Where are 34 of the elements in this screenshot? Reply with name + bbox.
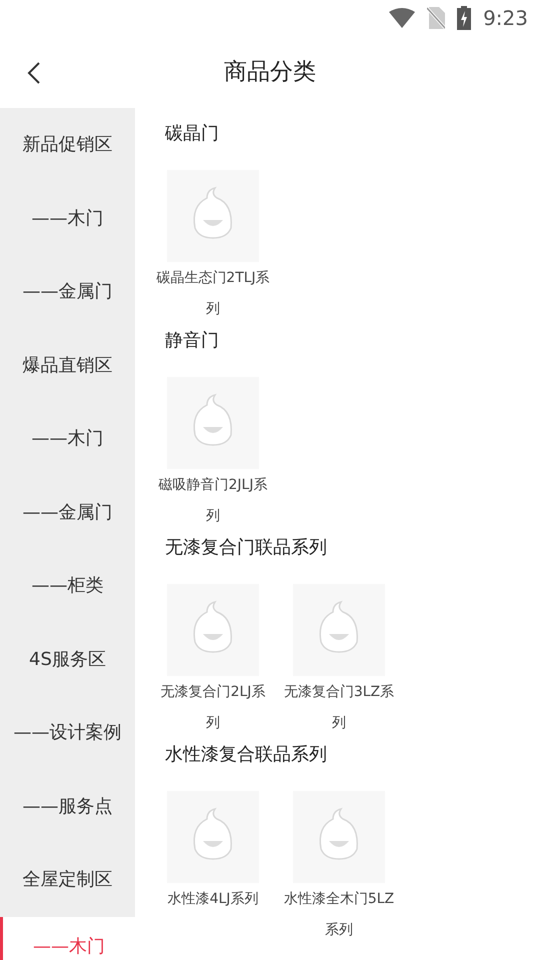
category-item[interactable]: 爆品直销区 <box>0 328 135 402</box>
section-title: 水性漆复合联品系列 <box>164 743 327 767</box>
placeholder-image-icon <box>167 584 259 676</box>
category-item[interactable]: 全屋定制区 <box>0 843 135 916</box>
product-name[interactable]: 无漆复合门2LJ系列 <box>154 676 272 739</box>
category-item[interactable]: ——柜类 <box>0 549 135 622</box>
product-name[interactable]: 碳晶生态门2TLJ系列 <box>154 262 272 325</box>
category-item[interactable]: ——木门 <box>0 916 135 960</box>
product-name[interactable]: 水性漆全木门5LZ系列 <box>280 883 398 946</box>
section-title: 静音门 <box>164 329 219 353</box>
category-item[interactable]: ——设计案例 <box>0 696 135 770</box>
placeholder-image-icon <box>293 791 385 883</box>
status-time: 9:23 <box>483 5 528 32</box>
category-item[interactable]: ——服务点 <box>0 770 135 843</box>
section-title: 碳晶门 <box>164 122 219 146</box>
category-item[interactable]: ——金属门 <box>0 255 135 328</box>
product-name[interactable]: 磁吸静音门2JLJ系列 <box>154 469 272 532</box>
category-item[interactable]: 4S服务区 <box>0 622 135 696</box>
category-item[interactable]: ——木门 <box>0 402 135 476</box>
page-title: 商品分类 <box>224 58 316 87</box>
placeholder-image-icon <box>167 170 259 262</box>
back-icon[interactable] <box>27 61 41 85</box>
no-sim-icon <box>427 7 446 29</box>
category-item[interactable]: ——金属门 <box>0 476 135 549</box>
placeholder-image-icon <box>293 584 385 676</box>
product-name[interactable]: 水性漆4LJ系列 <box>154 883 272 915</box>
wifi-icon <box>389 8 416 28</box>
category-item[interactable]: ——木门 <box>0 182 135 255</box>
section-title: 无漆复合门联品系列 <box>164 536 327 560</box>
category-item[interactable]: 新品促销区 <box>0 108 135 182</box>
battery-icon <box>457 6 472 30</box>
placeholder-image-icon <box>167 377 259 469</box>
placeholder-image-icon <box>167 791 259 883</box>
product-name[interactable]: 无漆复合门3LZ系列 <box>280 676 398 739</box>
